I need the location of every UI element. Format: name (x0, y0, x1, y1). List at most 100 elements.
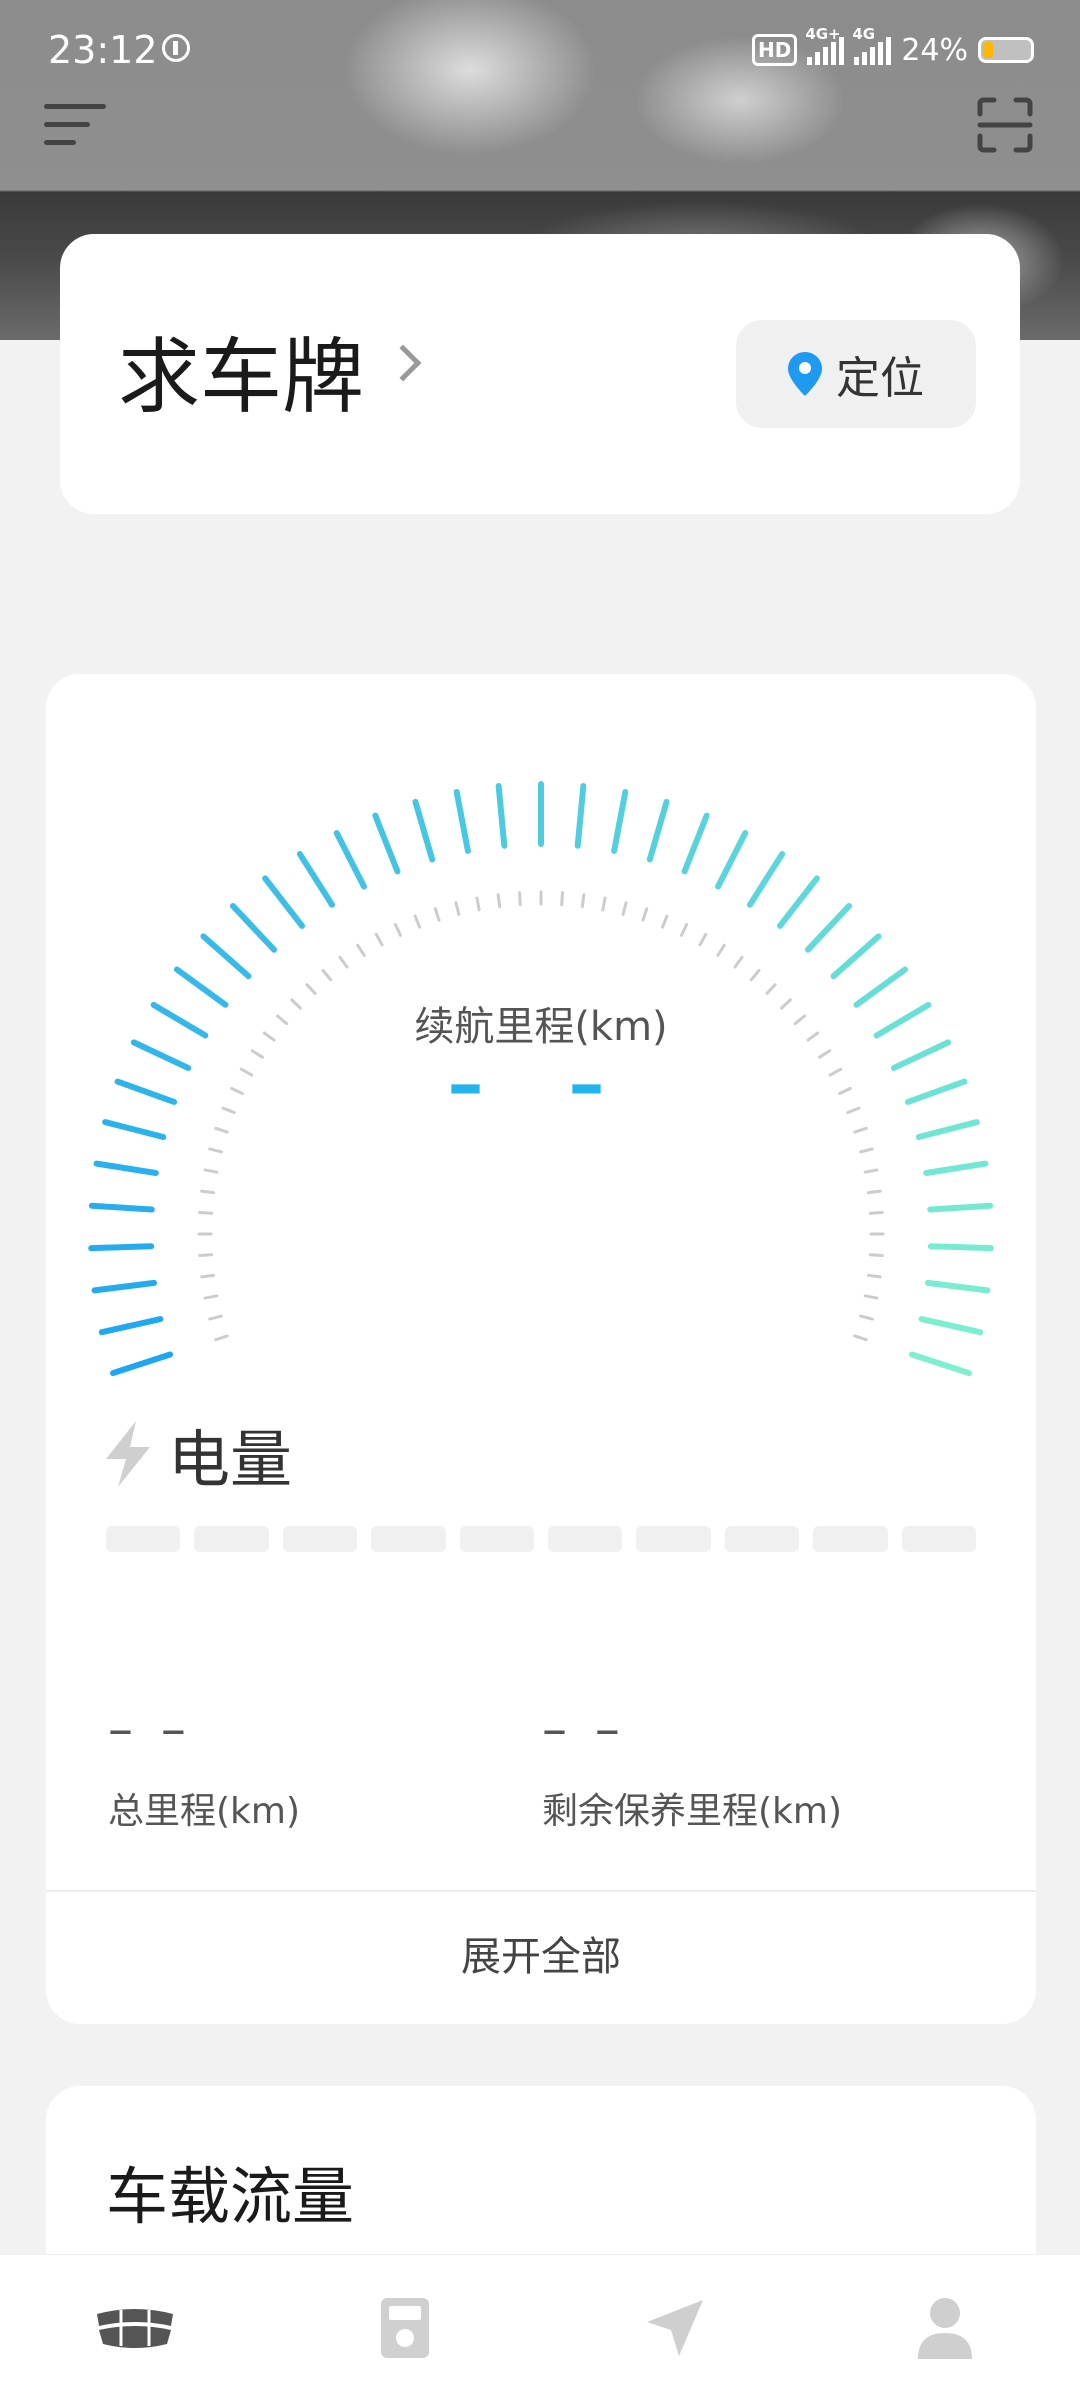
gauge-tick (93, 1160, 159, 1176)
total-mileage-stat: – – 总里程(km) (108, 1704, 300, 1834)
signal-icon: 4G+ (805, 25, 845, 65)
gauge-minor-tick (475, 896, 481, 912)
network-type-1: 4G+ (805, 25, 841, 43)
gauge-tick (681, 812, 710, 875)
menu-icon[interactable] (44, 100, 106, 148)
gauge-minor-tick (374, 932, 384, 947)
gauge-tick (924, 1279, 991, 1294)
gauge-tick (611, 788, 629, 854)
total-mileage-label: 总里程(km) (108, 1791, 301, 1832)
range-card: 续航里程(km) – – 电量 – – 总里程(km) – – 剩余保养里程(k… (46, 674, 1036, 2024)
battery-header: 电量 (102, 1414, 292, 1496)
sync-icon (162, 34, 190, 62)
gauge-tick (915, 1119, 980, 1141)
gauge-minor-tick (393, 923, 402, 937)
signal-icon: 4G (852, 25, 892, 65)
battery-segment (106, 1526, 181, 1552)
hd-badge: HD (751, 34, 798, 66)
gauge-minor-tick (733, 955, 744, 969)
status-indicators: HD 4G+ 4G 24% (751, 25, 1034, 70)
expand-all-button[interactable]: 展开全部 (46, 1890, 1036, 2024)
gauge-minor-tick (200, 1189, 216, 1195)
range-value: – – (447, 1042, 635, 1126)
chevron-right-icon[interactable] (384, 344, 422, 382)
gauge-tick (715, 830, 749, 890)
gauge-minor-tick (200, 1273, 216, 1279)
total-mileage-value: – – (108, 1700, 192, 1758)
gauge-tick (296, 851, 336, 908)
locate-label: 定位 (836, 353, 924, 404)
gauge-minor-tick (338, 955, 349, 969)
battery-segment (901, 1526, 977, 1552)
gauge-minor-tick (853, 1126, 868, 1134)
gauge-minor-tick (214, 1334, 229, 1342)
gauge-minor-tick (496, 893, 502, 909)
gauge-minor-tick (198, 1211, 214, 1215)
gauge-tick (927, 1202, 994, 1213)
gauge-tick (98, 1316, 164, 1336)
gauge-tick (495, 782, 508, 849)
gauge-minor-tick (868, 1211, 884, 1215)
gauge-minor-tick (859, 1147, 874, 1154)
status-time: 23:12 (48, 28, 158, 72)
plate-title[interactable]: 求车牌 (118, 328, 364, 428)
gauge-minor-tick (698, 932, 708, 947)
navigation-icon (647, 2300, 703, 2356)
gauge-tick (88, 1243, 155, 1252)
gauge-minor-tick (208, 1147, 223, 1154)
gauge-minor-tick (765, 983, 777, 995)
traffic-title: 车载流量 (106, 2160, 355, 2233)
gauge-minor-tick (749, 968, 761, 982)
gauge-minor-tick (868, 1253, 884, 1257)
gauge-minor-tick (203, 1294, 219, 1300)
gauge-minor-tick (863, 1168, 879, 1174)
gauge-minor-tick (433, 907, 441, 922)
gauge-tick (88, 1202, 155, 1213)
battery-segment (636, 1526, 711, 1552)
gauge-tick (91, 1279, 158, 1294)
gauge-tick (333, 830, 367, 890)
gauge-tick (927, 1243, 994, 1252)
gauge-minor-tick (641, 907, 649, 922)
app-screen: 23:12 HD 4G+ 4G 24% 求车牌 定位 续航里程(km) – – … (0, 0, 1080, 2400)
gauge-tick (918, 1316, 984, 1336)
locate-button[interactable]: 定位 (736, 320, 976, 428)
gauge-tick (574, 782, 587, 849)
gauge-minor-tick (866, 1189, 882, 1195)
battery-segment (194, 1526, 269, 1552)
gauge-minor-tick (518, 891, 522, 907)
maintenance-mileage-value: – – (542, 1700, 626, 1758)
gauge-minor-tick (853, 1334, 868, 1342)
tab-device[interactable] (270, 2255, 540, 2400)
tab-profile[interactable] (810, 2255, 1080, 2400)
bottom-nav (0, 2254, 1080, 2400)
gauge-minor-tick (680, 923, 689, 937)
location-pin-icon (788, 352, 822, 396)
gauge-minor-tick (356, 943, 366, 957)
gauge-tick (229, 902, 278, 953)
battery-segment (724, 1526, 800, 1552)
battery-level-bar (106, 1526, 977, 1552)
gauge-tick (412, 798, 436, 863)
battery-segment (813, 1526, 888, 1552)
gauge-minor-tick (621, 901, 628, 916)
gauge-tick (830, 933, 882, 980)
lightning-icon (106, 1421, 150, 1487)
gauge-tick (804, 902, 853, 953)
gauge-minor-tick (321, 968, 333, 982)
car-brand-icon (97, 2309, 173, 2348)
gauge-tick (372, 812, 401, 875)
battery-segment (371, 1526, 446, 1552)
gauge-minor-tick (601, 896, 607, 912)
gauge-minor-tick (560, 891, 564, 907)
battery-percent: 24% (901, 32, 968, 68)
tab-home[interactable] (0, 2255, 270, 2400)
gauge-tick (777, 875, 820, 929)
scan-icon[interactable] (976, 96, 1034, 154)
plate-card: 求车牌 定位 (60, 234, 1020, 514)
tab-navigation[interactable] (540, 2255, 810, 2400)
gauge-tick (923, 1160, 989, 1176)
gauge-minor-tick (198, 1253, 214, 1257)
gauge-tick (262, 875, 305, 929)
gauge-minor-tick (413, 914, 422, 929)
